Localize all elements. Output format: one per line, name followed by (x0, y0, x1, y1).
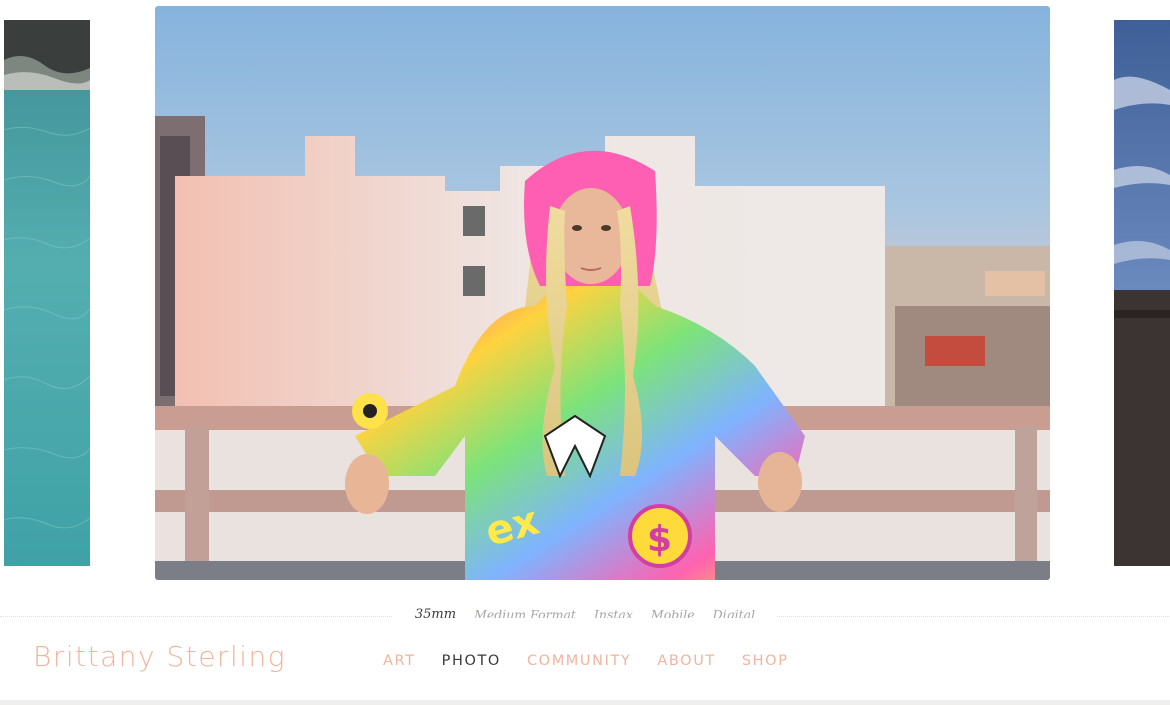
nav-item-about[interactable]: ABOUT (657, 653, 716, 669)
main-slide-image[interactable]: ex $ (155, 6, 1050, 580)
nav-item-shop[interactable]: SHOP (742, 653, 789, 669)
bottom-strip (0, 700, 1170, 705)
next-slide-image[interactable] (1114, 20, 1170, 566)
svg-text:$: $ (647, 519, 672, 560)
nav-item-community[interactable]: COMMUNITY (527, 653, 631, 669)
previous-slide-image[interactable] (4, 20, 90, 566)
site-brand-logo[interactable]: Brittany Sterling (33, 640, 286, 673)
nav-item-art[interactable]: ART (383, 653, 416, 669)
nav-item-photo[interactable]: PHOTO (442, 653, 501, 669)
page: ex $ 35mm Medium Format Instax Mobile Di… (0, 0, 1170, 705)
main-nav: ART PHOTO COMMUNITY ABOUT SHOP (383, 653, 815, 669)
